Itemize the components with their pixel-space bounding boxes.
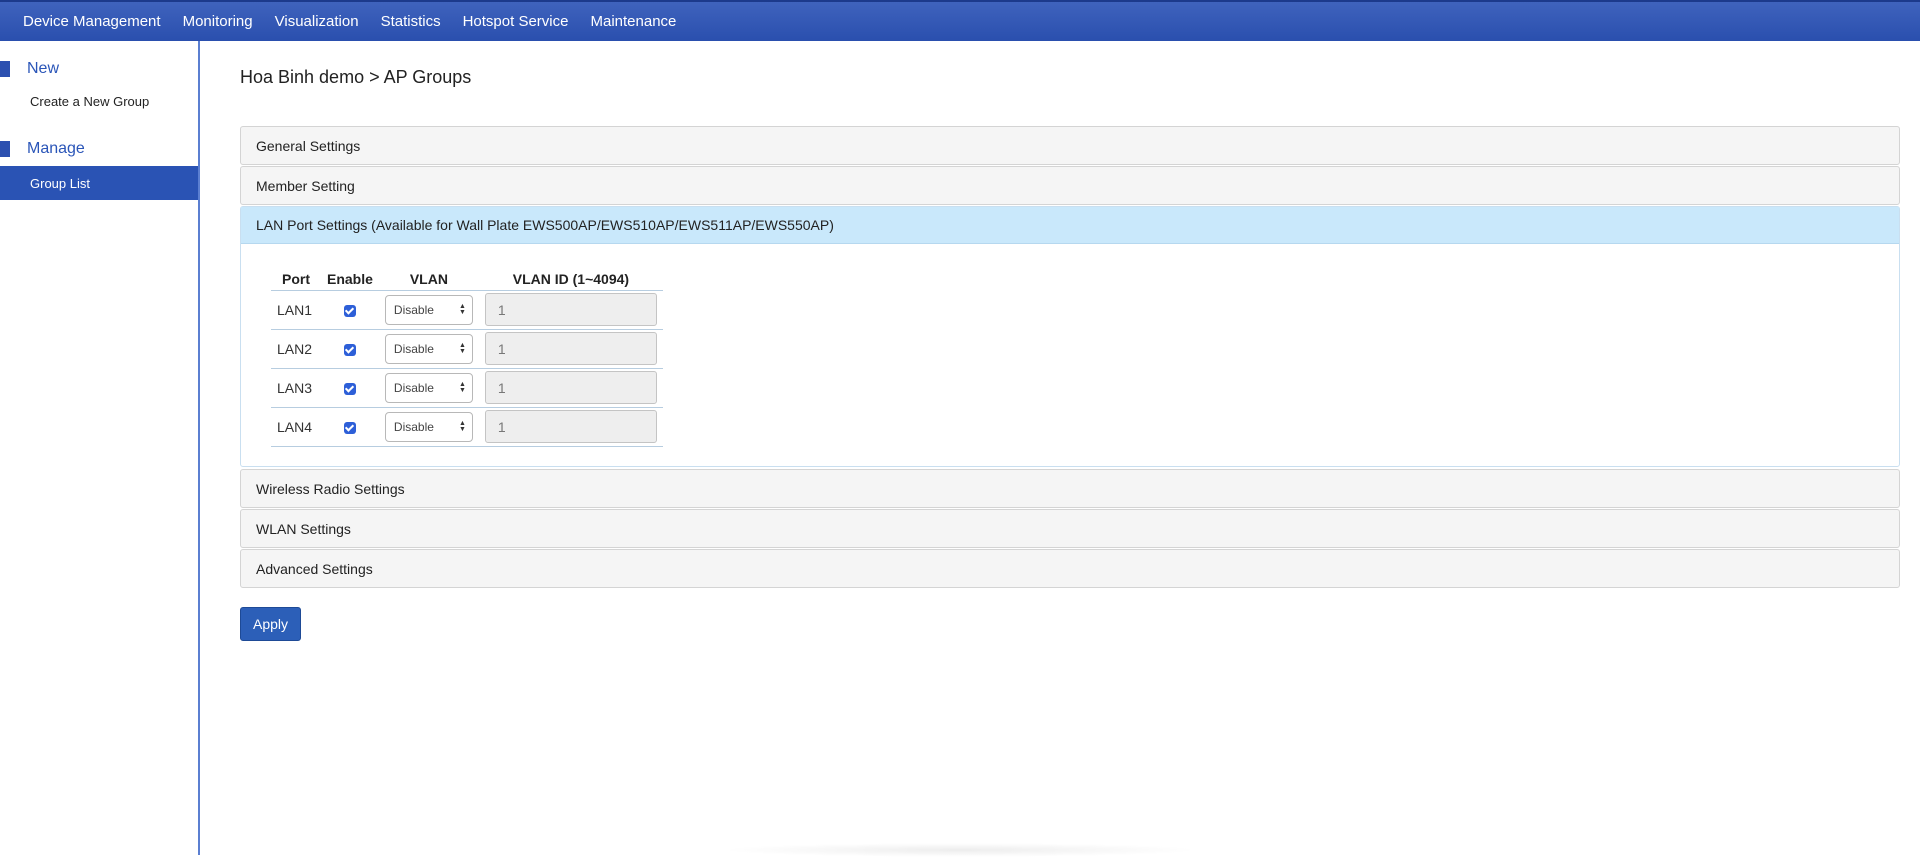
nav-hotspot-service[interactable]: Hotspot Service <box>452 13 580 30</box>
panel-lan-port-settings: LAN Port Settings (Available for Wall Pl… <box>240 206 1900 467</box>
section-marker <box>0 61 10 77</box>
table-row: LAN2 Disable ▲ ▼ 1 <box>271 329 663 369</box>
vlan-id-input[interactable]: 1 <box>484 371 657 404</box>
sidebar-item-group-list[interactable]: Group List <box>0 166 198 200</box>
panel-advanced-settings: Advanced Settings <box>240 549 1900 588</box>
nav-device-management[interactable]: Device Management <box>12 13 172 30</box>
vlan-select[interactable]: Disable ▲ ▼ <box>384 294 473 325</box>
table-row: LAN4 Disable ▲ ▼ 1 <box>271 407 663 447</box>
port-name: LAN2 <box>271 329 321 369</box>
sidebar-section-new: New <box>0 57 59 81</box>
nav-monitoring[interactable]: Monitoring <box>172 13 264 30</box>
enable-cell <box>321 290 379 330</box>
enable-cell <box>321 368 379 408</box>
panel-header-wlan[interactable]: WLAN Settings <box>241 510 1899 547</box>
enable-checkbox[interactable] <box>343 382 356 395</box>
vlan-cell: Disable ▲ ▼ <box>378 329 479 369</box>
vlan-id-cell: 1 <box>478 329 663 369</box>
panel-body-lan: Port Enable VLAN VLAN ID (1~4094) LAN1 D… <box>241 244 1899 466</box>
vlan-select[interactable]: Disable ▲ ▼ <box>384 333 473 364</box>
nav-visualization[interactable]: Visualization <box>264 13 370 30</box>
vlan-id-cell: 1 <box>478 368 663 408</box>
vlan-select-value: Disable <box>393 302 434 317</box>
panel-header-member[interactable]: Member Setting <box>241 167 1899 204</box>
sidebar-section-manage: Manage <box>0 137 85 161</box>
column-header-vlan-id: VLAN ID (1~4094) <box>478 268 663 291</box>
column-header-enable: Enable <box>321 268 379 291</box>
port-name: LAN3 <box>271 368 321 408</box>
vlan-id-input[interactable]: 1 <box>484 293 657 326</box>
vlan-id-cell: 1 <box>478 407 663 447</box>
apply-button[interactable]: Apply <box>240 607 301 641</box>
vlan-cell: Disable ▲ ▼ <box>378 368 479 408</box>
top-navigation: Device Management Monitoring Visualizati… <box>0 0 1920 41</box>
vlan-select-value: Disable <box>393 380 434 395</box>
column-header-vlan: VLAN <box>378 268 479 291</box>
nav-statistics[interactable]: Statistics <box>370 13 452 30</box>
enable-cell <box>321 329 379 369</box>
sidebar-section-title: Manage <box>27 140 85 157</box>
panel-wlan-settings: WLAN Settings <box>240 509 1900 548</box>
sidebar: New Create a New Group Manage Group List <box>0 41 200 855</box>
column-header-port: Port <box>271 268 321 291</box>
nav-maintenance[interactable]: Maintenance <box>579 13 687 30</box>
enable-cell <box>321 407 379 447</box>
panel-header-wireless[interactable]: Wireless Radio Settings <box>241 470 1899 507</box>
port-name: LAN4 <box>271 407 321 447</box>
port-name: LAN1 <box>271 290 321 330</box>
panel-header-lan[interactable]: LAN Port Settings (Available for Wall Pl… <box>241 207 1899 244</box>
enable-checkbox[interactable] <box>343 343 356 356</box>
vlan-id-input[interactable]: 1 <box>484 332 657 365</box>
panel-general-settings: General Settings <box>240 126 1900 165</box>
select-arrows-icon: ▲ ▼ <box>458 380 466 394</box>
panel-member-setting: Member Setting <box>240 166 1900 205</box>
sidebar-section-title: New <box>27 60 60 77</box>
enable-checkbox[interactable] <box>343 421 356 434</box>
vlan-select-value: Disable <box>393 341 434 356</box>
section-marker <box>0 141 10 157</box>
vlan-select[interactable]: Disable ▲ ▼ <box>384 372 473 403</box>
vlan-select-value: Disable <box>393 419 434 434</box>
sidebar-item-create-group[interactable]: Create a New Group <box>0 84 198 118</box>
panel-wireless-radio-settings: Wireless Radio Settings <box>240 469 1900 508</box>
panel-header-advanced[interactable]: Advanced Settings <box>241 550 1899 587</box>
select-arrows-icon: ▲ ▼ <box>458 419 466 433</box>
vlan-id-input[interactable]: 1 <box>484 410 657 443</box>
lan-port-table: Port Enable VLAN VLAN ID (1~4094) LAN1 D… <box>271 268 663 447</box>
enable-checkbox[interactable] <box>343 304 356 317</box>
panel-header-general[interactable]: General Settings <box>241 127 1899 164</box>
table-row: LAN3 Disable ▲ ▼ 1 <box>271 368 663 408</box>
table-row: LAN1 Disable ▲ ▼ 1 <box>271 290 663 330</box>
select-arrows-icon: ▲ ▼ <box>458 302 466 316</box>
select-arrows-icon: ▲ ▼ <box>458 341 466 355</box>
vlan-select[interactable]: Disable ▲ ▼ <box>384 411 473 442</box>
vlan-cell: Disable ▲ ▼ <box>378 290 479 330</box>
vlan-cell: Disable ▲ ▼ <box>378 407 479 447</box>
vlan-id-cell: 1 <box>478 290 663 330</box>
breadcrumb: Hoa Binh demo > AP Groups <box>240 67 472 87</box>
